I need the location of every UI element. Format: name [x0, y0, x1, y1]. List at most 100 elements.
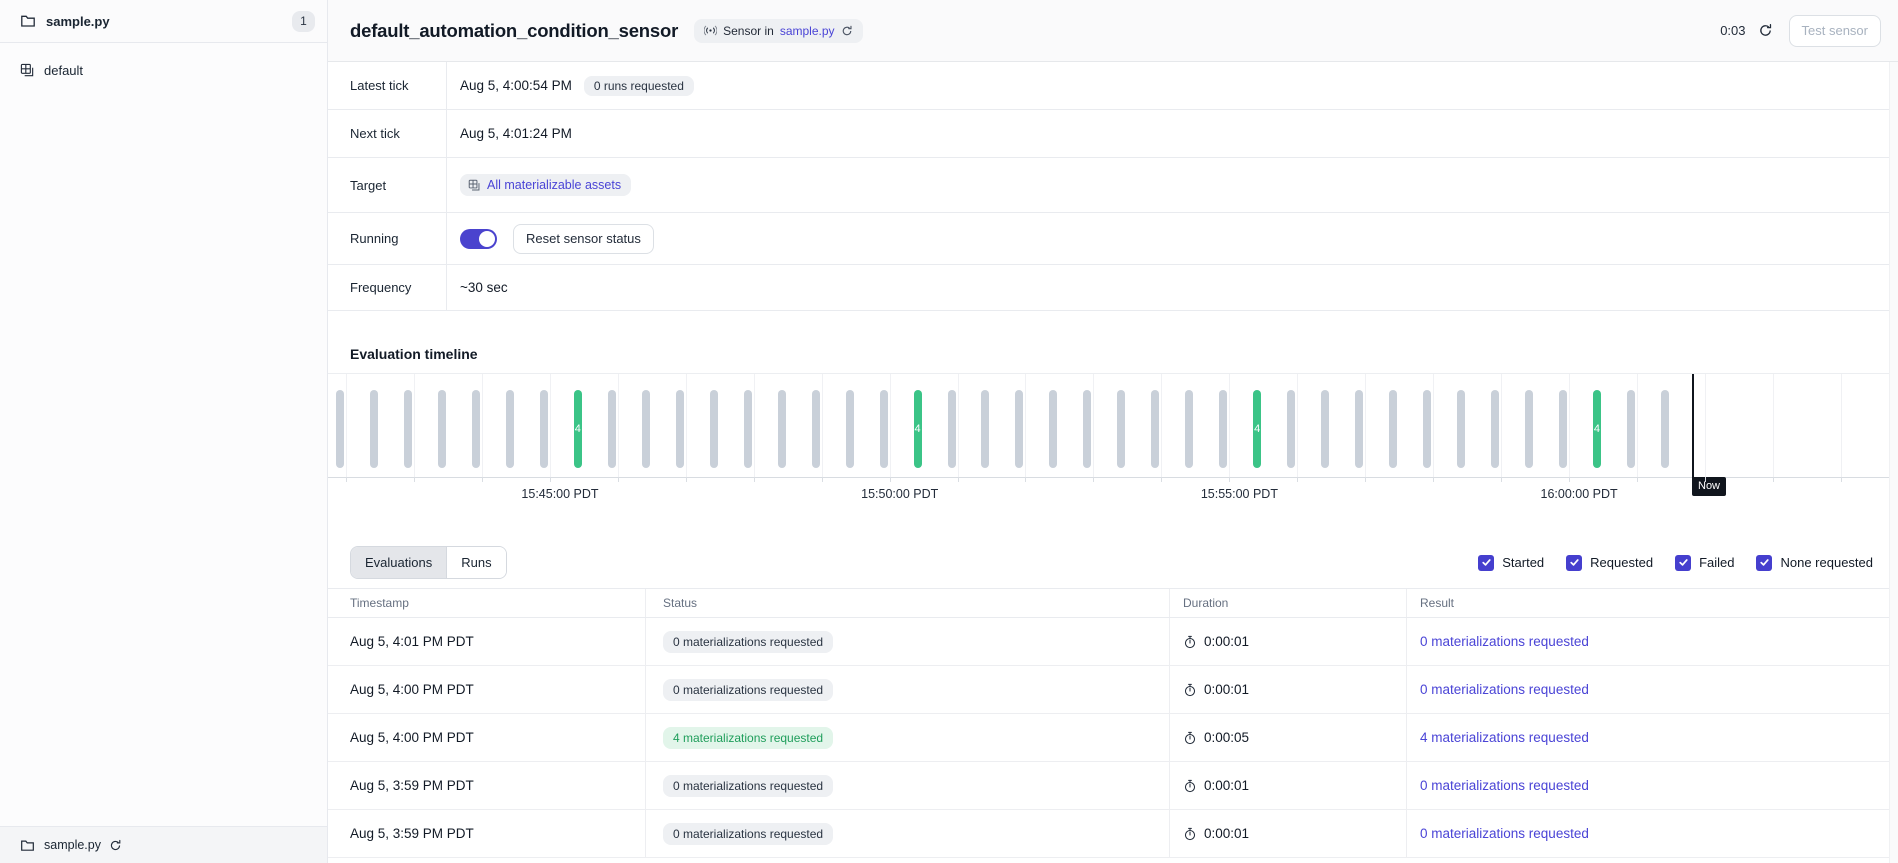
timeline-axis-tick: [482, 477, 483, 482]
detail-label: Target: [328, 158, 447, 212]
sidebar-item-sample-py[interactable]: sample.py 1: [0, 0, 327, 43]
timeline-gridline: [550, 374, 551, 477]
timeline-gridline: [414, 374, 415, 477]
timeline-bar[interactable]: [1355, 390, 1363, 468]
timeline-bar-requested[interactable]: 4: [1253, 390, 1261, 468]
row-result-link[interactable]: 0 materializations requested: [1420, 682, 1589, 697]
tab-evaluations[interactable]: Evaluations: [351, 547, 446, 578]
row-result-link[interactable]: 0 materializations requested: [1420, 826, 1589, 841]
timeline-bar-requested[interactable]: 4: [574, 390, 582, 468]
timeline-bar[interactable]: [1151, 390, 1159, 468]
timeline-bar[interactable]: [1117, 390, 1125, 468]
sensor-details: Latest tick Aug 5, 4:00:54 PM 0 runs req…: [328, 62, 1889, 311]
timeline-bar[interactable]: [948, 390, 956, 468]
timeline-bar[interactable]: [1287, 390, 1295, 468]
frequency-value: ~30 sec: [460, 280, 508, 295]
running-toggle[interactable]: [460, 229, 497, 249]
status-filter-checkbox[interactable]: Started: [1478, 555, 1544, 571]
timeline-bar[interactable]: [608, 390, 616, 468]
sensor-context-text: Sensor in: [723, 24, 774, 38]
timeline-bar[interactable]: [404, 390, 412, 468]
refresh-icon[interactable]: [1756, 21, 1775, 40]
row-duration: 0:00:01: [1204, 826, 1249, 841]
timeline-bar-requested[interactable]: 4: [1593, 390, 1601, 468]
timeline-axis-tick: [414, 477, 415, 482]
timeline-bar[interactable]: [880, 390, 888, 468]
detail-row-next-tick: Next tick Aug 5, 4:01:24 PM: [328, 110, 1889, 158]
timeline-bar[interactable]: [676, 390, 684, 468]
timeline-bar[interactable]: [981, 390, 989, 468]
timeline-bar[interactable]: [1321, 390, 1329, 468]
timeline-bar-requested[interactable]: 4: [914, 390, 922, 468]
page-header: default_automation_condition_sensor Sens…: [328, 0, 1898, 62]
timeline-bar[interactable]: [336, 390, 344, 468]
timeline-gridline: [958, 374, 959, 477]
status-filter-checkbox[interactable]: Requested: [1566, 555, 1653, 571]
filter-label: None requested: [1780, 555, 1873, 570]
timeline-bar[interactable]: [744, 390, 752, 468]
row-result-link[interactable]: 0 materializations requested: [1420, 634, 1589, 649]
status-filter-checkbox[interactable]: Failed: [1675, 555, 1734, 571]
timeline-bar[interactable]: [1525, 390, 1533, 468]
row-status-badge: 0 materializations requested: [663, 775, 833, 797]
now-marker-label: Now: [1692, 477, 1726, 496]
timeline-bar[interactable]: [506, 390, 514, 468]
timeline-gridline: [754, 374, 755, 477]
now-marker-line: [1692, 374, 1694, 491]
timeline-bar[interactable]: [846, 390, 854, 468]
timeline-bar[interactable]: [540, 390, 548, 468]
timeline-axis-tick: [754, 477, 755, 482]
timeline-axis-tick: [550, 477, 551, 482]
timeline-bar[interactable]: [438, 390, 446, 468]
sidebar-footer-label: sample.py: [44, 838, 101, 852]
test-sensor-button[interactable]: Test sensor: [1789, 15, 1881, 47]
column-header-duration: Duration: [1170, 589, 1407, 617]
sidebar-item-label: sample.py: [46, 14, 292, 29]
timeline-bar[interactable]: [812, 390, 820, 468]
timeline-gridline: [1569, 374, 1570, 477]
sidebar-item-default[interactable]: default: [0, 53, 327, 87]
row-result-link[interactable]: 4 materializations requested: [1420, 730, 1589, 745]
reload-icon[interactable]: [841, 25, 853, 37]
timeline-bar[interactable]: [1491, 390, 1499, 468]
stopwatch-icon: [1183, 731, 1197, 745]
timeline-axis-tick: [618, 477, 619, 482]
timeline-bar[interactable]: [1627, 390, 1635, 468]
table-row: Aug 5, 3:59 PM PDT 0 materializations re…: [328, 810, 1889, 858]
row-duration: 0:00:05: [1204, 730, 1249, 745]
asset-group-icon: [20, 63, 35, 78]
timeline-bar[interactable]: [472, 390, 480, 468]
reload-icon[interactable]: [109, 839, 122, 852]
timeline-bar[interactable]: [1559, 390, 1567, 468]
timeline-bar[interactable]: [1049, 390, 1057, 468]
checkbox-icon: [1756, 555, 1772, 571]
status-filter-checkbox[interactable]: None requested: [1756, 555, 1873, 571]
timeline-bar[interactable]: [1389, 390, 1397, 468]
filter-label: Failed: [1699, 555, 1734, 570]
row-timestamp: Aug 5, 4:01 PM PDT: [350, 634, 474, 649]
detail-label: Latest tick: [328, 62, 447, 109]
timeline-bar[interactable]: [1219, 390, 1227, 468]
target-assets-link[interactable]: All materializable assets: [460, 174, 631, 196]
latest-tick-status-badge: 0 runs requested: [584, 76, 694, 96]
timeline-bar[interactable]: [642, 390, 650, 468]
timeline-bar[interactable]: [1457, 390, 1465, 468]
timeline-bar[interactable]: [370, 390, 378, 468]
timeline-bar[interactable]: [1083, 390, 1091, 468]
timeline-bar[interactable]: [1423, 390, 1431, 468]
list-controls: Evaluations Runs Started Requested Faile…: [350, 546, 1873, 579]
row-result-link[interactable]: 0 materializations requested: [1420, 778, 1589, 793]
timeline-bar[interactable]: [1015, 390, 1023, 468]
row-timestamp: Aug 5, 4:00 PM PDT: [350, 730, 474, 745]
scrollbar[interactable]: [1889, 62, 1898, 863]
tab-runs[interactable]: Runs: [446, 547, 505, 578]
timeline-bar[interactable]: [778, 390, 786, 468]
reset-sensor-status-button[interactable]: Reset sensor status: [513, 224, 654, 254]
timeline-bar[interactable]: [710, 390, 718, 468]
timeline-gridline: [1705, 374, 1706, 477]
stopwatch-icon: [1183, 635, 1197, 649]
timeline-bar[interactable]: [1185, 390, 1193, 468]
stopwatch-icon: [1183, 779, 1197, 793]
timeline-bar[interactable]: [1661, 390, 1669, 468]
sensor-file-link[interactable]: sample.py: [780, 24, 835, 38]
